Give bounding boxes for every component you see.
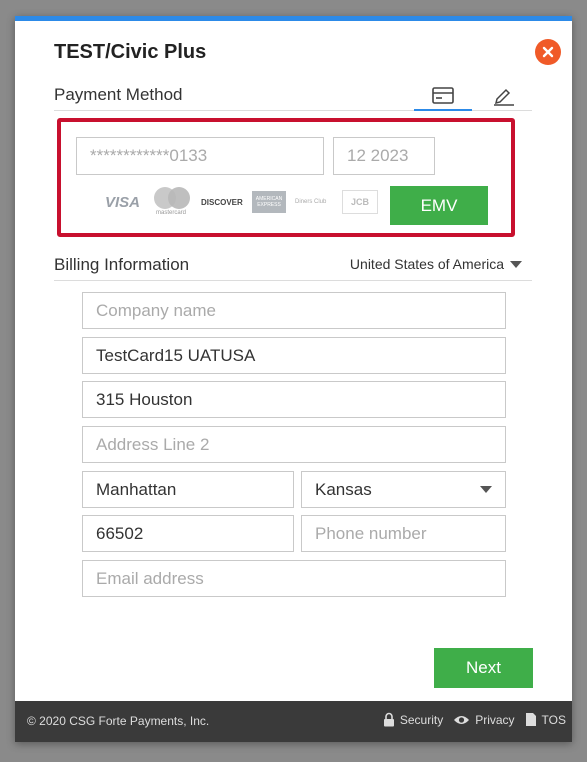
- eye-icon: [454, 715, 470, 724]
- country-value: United States of America: [349, 256, 504, 272]
- lock-icon: [383, 712, 394, 727]
- next-button[interactable]: Next: [434, 648, 533, 688]
- address-line2-field[interactable]: Address Line 2: [82, 426, 506, 463]
- tab-card[interactable]: [414, 81, 472, 111]
- phone-field[interactable]: Phone number: [301, 515, 506, 552]
- emv-button[interactable]: EMV: [390, 186, 488, 225]
- payment-method-header: Payment Method: [54, 81, 532, 111]
- modal-title: TEST/Civic Plus: [54, 41, 207, 63]
- discover-logo: DISCOVER: [201, 197, 243, 207]
- copyright-text: © 2020 CSG Forte Payments, Inc.: [27, 714, 210, 728]
- billing-information-header: Billing Information United States of Ame…: [54, 251, 532, 281]
- visa-logo: VISA: [105, 193, 141, 211]
- card-entry-panel: ************0133 12 2023 VISA mastercard…: [57, 118, 515, 237]
- amex-logo: AMERICAN EXPRESS: [252, 191, 286, 213]
- document-icon: [525, 713, 536, 726]
- country-select[interactable]: United States of America: [350, 256, 522, 272]
- tab-signature[interactable]: [484, 81, 524, 111]
- zip-field[interactable]: 66502: [82, 515, 294, 552]
- full-name-field[interactable]: TestCard15 UATUSA: [82, 337, 506, 374]
- card-number-field[interactable]: ************0133: [76, 137, 324, 175]
- payment-method-heading: Payment Method: [54, 85, 183, 104]
- state-select[interactable]: Kansas: [301, 471, 506, 508]
- company-name-field[interactable]: Company name: [82, 292, 506, 329]
- close-icon: [542, 46, 554, 58]
- email-field[interactable]: Email address: [82, 560, 506, 597]
- card-expiry-field[interactable]: 12 2023: [333, 137, 435, 175]
- tos-link[interactable]: TOS: [525, 712, 566, 727]
- credit-card-icon: [432, 86, 454, 104]
- card-brand-logos: VISA mastercard DISCOVER AMERICAN EXPRES…: [105, 184, 385, 220]
- privacy-link[interactable]: Privacy: [453, 713, 515, 727]
- footer-links: Security Privacy TOS: [383, 712, 566, 727]
- billing-information-heading: Billing Information: [54, 255, 190, 274]
- chevron-down-icon: [510, 260, 522, 268]
- jcb-logo: JCB: [342, 190, 378, 214]
- mastercard-logo: mastercard: [154, 186, 192, 218]
- state-value: Kansas: [315, 479, 372, 499]
- close-button[interactable]: [535, 39, 561, 65]
- security-link[interactable]: Security: [383, 712, 443, 727]
- diners-logo: Diners Club: [295, 199, 327, 205]
- city-field[interactable]: Manhattan: [82, 471, 294, 508]
- address-line1-field[interactable]: 315 Houston: [82, 381, 506, 418]
- signature-icon: [494, 88, 514, 106]
- payment-modal: TEST/Civic Plus Payment Method *********…: [15, 16, 572, 742]
- chevron-down-icon: [480, 486, 492, 493]
- footer: © 2020 CSG Forte Payments, Inc. Security…: [15, 701, 572, 742]
